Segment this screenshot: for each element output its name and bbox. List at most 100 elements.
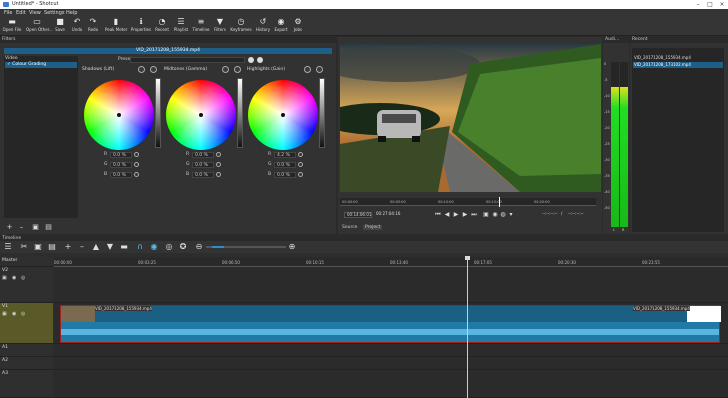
hide-icon[interactable]: ◎ bbox=[21, 311, 25, 317]
scrub-icon[interactable]: ◉ bbox=[150, 243, 158, 251]
remove-filter-icon[interactable]: – bbox=[18, 224, 25, 231]
hide-icon[interactable]: ◎ bbox=[21, 275, 25, 281]
save-preset-icon[interactable] bbox=[248, 57, 254, 63]
remove-icon[interactable]: – bbox=[78, 243, 86, 251]
ripple-icon[interactable]: ◎ bbox=[165, 243, 173, 251]
mute-icon[interactable]: ◉ bbox=[12, 311, 16, 317]
video-preview[interactable] bbox=[340, 44, 601, 192]
paste-icon[interactable]: ▤ bbox=[48, 243, 56, 251]
peak-meter-button[interactable]: ▮ Peak Meter bbox=[105, 18, 127, 35]
filter-item-colour-grading[interactable]: ✓ Colour Grading bbox=[5, 62, 77, 68]
jobs-button[interactable]: ⚙ Jobs bbox=[287, 18, 309, 35]
copy-filter-icon[interactable]: ▣ bbox=[32, 224, 39, 231]
fast-forward-icon[interactable]: ▶ bbox=[462, 212, 468, 218]
add-filter-icon[interactable]: + bbox=[6, 224, 13, 231]
midtones-reset-icon[interactable] bbox=[222, 66, 229, 73]
append-icon[interactable]: + bbox=[64, 243, 72, 251]
properties-button[interactable]: ℹ Properties bbox=[130, 18, 152, 35]
track-header-a3[interactable]: A3 bbox=[0, 370, 53, 398]
grid-icon[interactable]: ◍ bbox=[500, 212, 506, 218]
reset-icon[interactable] bbox=[134, 172, 139, 177]
highlights-keyframe-icon[interactable] bbox=[316, 66, 323, 73]
highlights-reset-icon[interactable] bbox=[304, 66, 311, 73]
highlights-color-wheel[interactable] bbox=[248, 80, 318, 150]
shadows-reset-icon[interactable] bbox=[138, 66, 145, 73]
reset-icon[interactable] bbox=[298, 172, 303, 177]
delete-preset-icon[interactable] bbox=[257, 57, 263, 63]
minimize-icon[interactable]: – bbox=[692, 0, 704, 9]
toggle-zoom-icon[interactable]: ▣ bbox=[483, 212, 489, 218]
track-header-v1[interactable]: V1 ▣ ◉ ◎ bbox=[0, 303, 53, 344]
overwrite-icon[interactable]: ▼ bbox=[106, 243, 114, 251]
position-timecode[interactable]: 00:14:06:01 bbox=[344, 212, 372, 218]
play-icon[interactable]: ▶ bbox=[453, 212, 459, 218]
playlist-button[interactable]: ☰ Playlist bbox=[170, 18, 192, 35]
track-header-master[interactable]: Master bbox=[0, 257, 53, 267]
shadows-g-field[interactable]: 0.0 % bbox=[110, 162, 132, 168]
tab-project[interactable]: Project bbox=[363, 225, 383, 230]
lift-icon[interactable]: ▲ bbox=[92, 243, 100, 251]
player-scrub-bar[interactable] bbox=[340, 198, 596, 206]
highlights-value-slider[interactable] bbox=[319, 78, 325, 148]
ripple-all-icon[interactable]: ✪ bbox=[179, 243, 187, 251]
keyframes-button[interactable]: ◷ Keyframes bbox=[230, 18, 252, 35]
midtones-color-wheel[interactable] bbox=[166, 80, 236, 150]
recent-item[interactable]: VID_20171208_155934.mp4 bbox=[633, 55, 723, 61]
rewind-icon[interactable]: ◀ bbox=[444, 212, 450, 218]
highlights-g-field[interactable]: 0.0 % bbox=[274, 162, 296, 168]
track-a3[interactable] bbox=[54, 370, 728, 398]
shadows-color-wheel[interactable] bbox=[84, 80, 154, 150]
reset-icon[interactable] bbox=[134, 162, 139, 167]
midtones-r-field[interactable]: 0.0 % bbox=[192, 152, 214, 158]
zoom-out-icon[interactable]: ⊖ bbox=[195, 243, 203, 251]
tab-source[interactable]: Source bbox=[342, 225, 357, 230]
snap-icon[interactable]: ∩ bbox=[136, 243, 144, 251]
volume-icon[interactable]: ◉ bbox=[492, 212, 498, 218]
mute-icon[interactable]: ◉ bbox=[12, 275, 16, 281]
highlights-b-field[interactable]: 0.0 % bbox=[274, 172, 296, 178]
lock-icon[interactable]: ▣ bbox=[2, 311, 7, 317]
track-header-a2[interactable]: A2 bbox=[0, 357, 53, 370]
cut-icon[interactable]: ✂ bbox=[20, 243, 28, 251]
midtones-keyframe-icon[interactable] bbox=[234, 66, 241, 73]
close-icon[interactable]: × bbox=[716, 0, 728, 9]
midtones-b-field[interactable]: 0.0 % bbox=[192, 172, 214, 178]
redo-button[interactable]: ↷ Redo bbox=[82, 18, 104, 35]
filters-button[interactable]: ▼ Filters bbox=[209, 18, 231, 35]
lock-icon[interactable]: ▣ bbox=[2, 275, 7, 281]
track-v2[interactable] bbox=[54, 267, 728, 303]
shadows-b-field[interactable]: 0.0 % bbox=[110, 172, 132, 178]
skip-next-icon[interactable]: ⏭ bbox=[471, 212, 477, 218]
shadows-r-field[interactable]: 0.0 % bbox=[110, 152, 132, 158]
track-a1[interactable] bbox=[54, 344, 728, 357]
skip-previous-icon[interactable]: ⏮ bbox=[435, 212, 441, 218]
reset-icon[interactable] bbox=[298, 152, 303, 157]
reset-icon[interactable] bbox=[298, 162, 303, 167]
split-icon[interactable]: ▬ bbox=[120, 243, 128, 251]
track-a2[interactable] bbox=[54, 357, 728, 370]
reset-icon[interactable] bbox=[216, 172, 221, 177]
timeline-clip[interactable]: VID_20171208_155934.mp4 VID_20171208_155… bbox=[60, 305, 721, 343]
zoom-menu-icon[interactable]: ▾ bbox=[508, 212, 514, 218]
paste-filter-icon[interactable]: ▤ bbox=[45, 224, 52, 231]
shadows-keyframe-icon[interactable] bbox=[150, 66, 157, 73]
open-other-button[interactable]: ▭ Open Other... bbox=[26, 18, 53, 35]
player-playhead[interactable] bbox=[499, 197, 500, 207]
reset-icon[interactable] bbox=[216, 152, 221, 157]
copy-icon[interactable]: ▣ bbox=[34, 243, 42, 251]
shadows-value-slider[interactable] bbox=[155, 78, 161, 148]
maximize-icon[interactable]: □ bbox=[704, 0, 716, 9]
timeline-playhead[interactable] bbox=[467, 257, 468, 398]
reset-icon[interactable] bbox=[134, 152, 139, 157]
track-header-a1[interactable]: A1 bbox=[0, 344, 53, 357]
midtones-g-field[interactable]: 0.0 % bbox=[192, 162, 214, 168]
track-header-v2[interactable]: V2 ▣ ◉ ◎ bbox=[0, 267, 53, 303]
recent-item[interactable]: VID_20171208_173102.mp4 bbox=[633, 62, 723, 68]
zoom-in-icon[interactable]: ⊕ bbox=[288, 243, 296, 251]
timeline-menu-icon[interactable]: ☰ bbox=[4, 243, 12, 251]
open-file-button[interactable]: ▬ Open File bbox=[1, 18, 23, 35]
reset-icon[interactable] bbox=[216, 162, 221, 167]
preset-select[interactable] bbox=[130, 57, 245, 63]
midtones-value-slider[interactable] bbox=[237, 78, 243, 148]
highlights-r-field[interactable]: 4.2 % bbox=[274, 152, 296, 158]
